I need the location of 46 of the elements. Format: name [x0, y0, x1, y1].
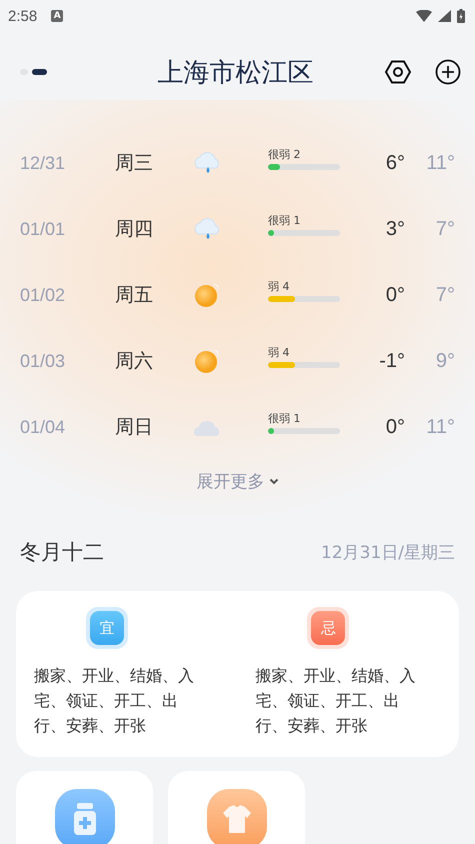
weekday: 周三	[115, 151, 154, 176]
weekday: 周四	[115, 217, 154, 242]
forecast-date: 01/01	[20, 218, 66, 240]
add-icon[interactable]	[435, 59, 461, 85]
high-temperature: 11°	[425, 416, 455, 438]
weekday: 周六	[115, 349, 154, 374]
air-quality-label: 很弱 1	[268, 212, 302, 228]
weekday: 周五	[115, 283, 154, 308]
lunar-date: 冬月十二	[20, 539, 104, 566]
low-temperature: 3°	[384, 218, 405, 240]
solar-date: 12月31日/星期三	[321, 542, 455, 564]
high-temperature: 7°	[434, 284, 455, 306]
high-temperature: 7°	[434, 218, 455, 240]
chevron-down-icon	[268, 478, 278, 485]
almanac-text: 搬家、开业、结婚、入宅、领证、开工、出行、安葬、开张	[256, 665, 416, 737]
city-title: 上海市松江区	[156, 56, 314, 90]
battery-icon	[457, 9, 465, 23]
low-temperature: -1°	[378, 350, 405, 372]
wifi-icon	[416, 10, 432, 22]
almanac-badge: 忌	[311, 611, 346, 645]
high-temperature: 9°	[434, 350, 455, 372]
almanac-badge: 宜	[90, 611, 124, 645]
signal-icon	[438, 10, 451, 22]
high-temperature: 11°	[425, 152, 455, 174]
rain-cloud-icon	[192, 216, 222, 242]
forecast-date: 01/03	[20, 350, 66, 372]
forecast-date: 12/31	[20, 152, 66, 174]
forecast-date: 01/02	[20, 284, 66, 306]
low-temperature: 6°	[384, 152, 405, 174]
page-indicator[interactable]	[32, 69, 47, 75]
air-quality-label: 弱 4	[268, 344, 290, 360]
air-quality-label: 很弱 1	[268, 410, 302, 426]
low-temperature: 0°	[384, 416, 405, 438]
status-time: 2:58	[8, 8, 38, 24]
notification-icon: A	[51, 10, 64, 22]
weekday: 周日	[115, 415, 154, 440]
low-temperature: 0°	[384, 284, 405, 306]
air-quality-label: 弱 4	[268, 278, 290, 294]
rain-cloud-icon	[192, 150, 222, 176]
air-quality-label: 很弱 2	[268, 146, 302, 162]
forecast-date: 01/04	[20, 416, 66, 438]
shirt-icon	[206, 789, 266, 844]
medicine-bottle-icon	[54, 789, 114, 844]
settings-icon[interactable]	[385, 60, 411, 84]
expand-more-button[interactable]: 展开更多	[192, 466, 282, 497]
almanac-text: 搬家、开业、结婚、入宅、领证、开工、出行、安葬、开张	[34, 665, 195, 737]
